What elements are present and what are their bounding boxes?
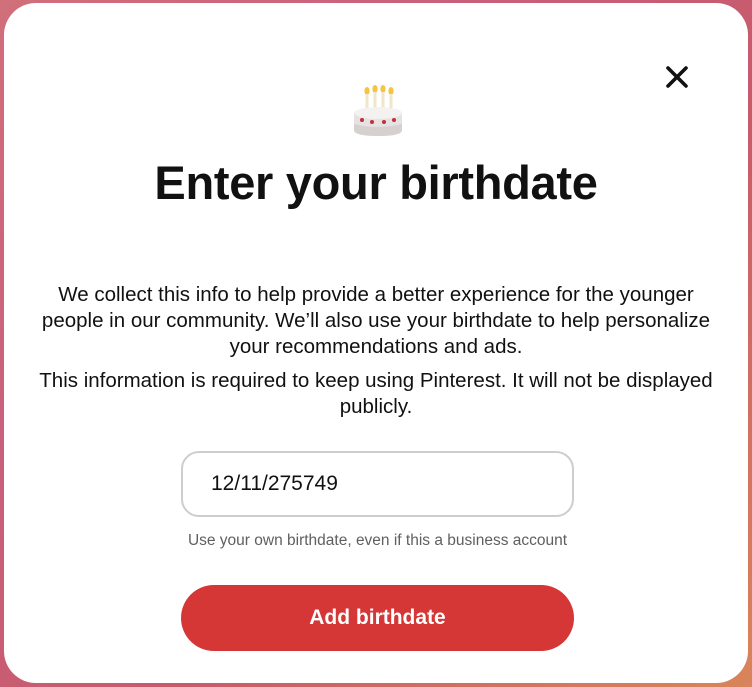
- modal-title: Enter your birthdate: [154, 156, 598, 209]
- birthdate-hint: Use your own birthdate, even if this a b…: [187, 532, 568, 549]
- close-button[interactable]: [657, 57, 697, 97]
- modal-description: We collect this info to help provide a b…: [41, 283, 711, 358]
- requirement-note: This information is required to keep usi…: [39, 369, 713, 418]
- birthdate-input[interactable]: [181, 451, 574, 517]
- close-icon: [666, 66, 688, 88]
- birthday-cake-icon: [354, 85, 402, 136]
- add-birthdate-button[interactable]: Add birthdate: [181, 585, 574, 651]
